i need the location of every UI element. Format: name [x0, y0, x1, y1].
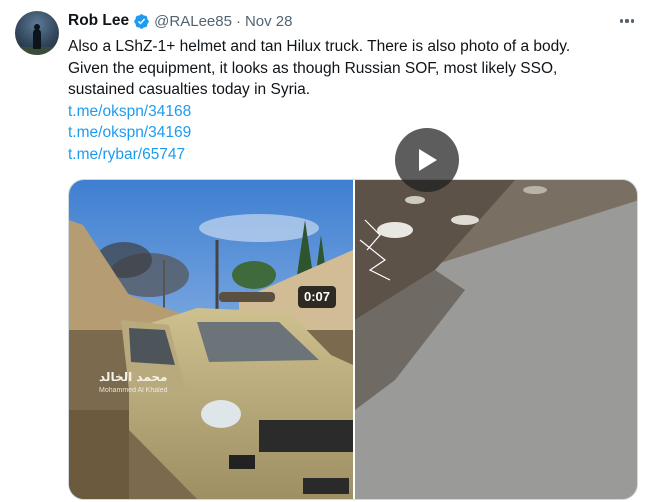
telegram-link[interactable]: t.me/rybar/65747 [68, 144, 638, 166]
tweet-text-line: sustained casualties today in Syria. [68, 81, 311, 98]
avatar-figure-body [33, 29, 41, 49]
play-triangle [419, 149, 437, 171]
telegram-link[interactable]: t.me/okspn/34168 [68, 101, 638, 123]
watermark-arabic: محمد الخالد [99, 370, 168, 384]
watermark-latin: Mohammed Al Khaled [99, 387, 168, 394]
telegram-link[interactable]: t.me/okspn/34169 [68, 122, 638, 144]
more-dot [625, 19, 629, 23]
tweet-date[interactable]: Nov 28 [245, 13, 293, 30]
author-name[interactable]: Rob Lee [68, 12, 129, 30]
tweet-header: Rob Lee @RALee85 · Nov 28 [68, 10, 292, 32]
more-options-icon[interactable] [614, 10, 640, 32]
author-avatar[interactable] [15, 11, 59, 55]
header-separator: · [235, 12, 241, 30]
author-handle[interactable]: @RALee85 [154, 13, 232, 30]
truck-photo[interactable] [69, 180, 353, 500]
tweet-text-line: Given the equipment, it looks as though … [68, 59, 558, 77]
photo-watermark: محمد الخالد Mohammed Al Khaled [99, 368, 167, 394]
more-dot [630, 19, 634, 23]
video-duration-badge: 0:07 [298, 286, 337, 308]
media-grid: محمد الخالد Mohammed Al Khaled [68, 179, 638, 500]
play-icon[interactable] [395, 128, 459, 192]
more-dot [620, 19, 624, 23]
verified-badge-icon[interactable] [133, 13, 150, 30]
video-thumbnail[interactable] [355, 180, 638, 500]
tweet-text: Also a LShZ-1+ helmet and tan Hilux truc… [68, 36, 638, 165]
tweet-text-line: Also a LShZ-1+ helmet and tan Hilux truc… [68, 38, 571, 55]
